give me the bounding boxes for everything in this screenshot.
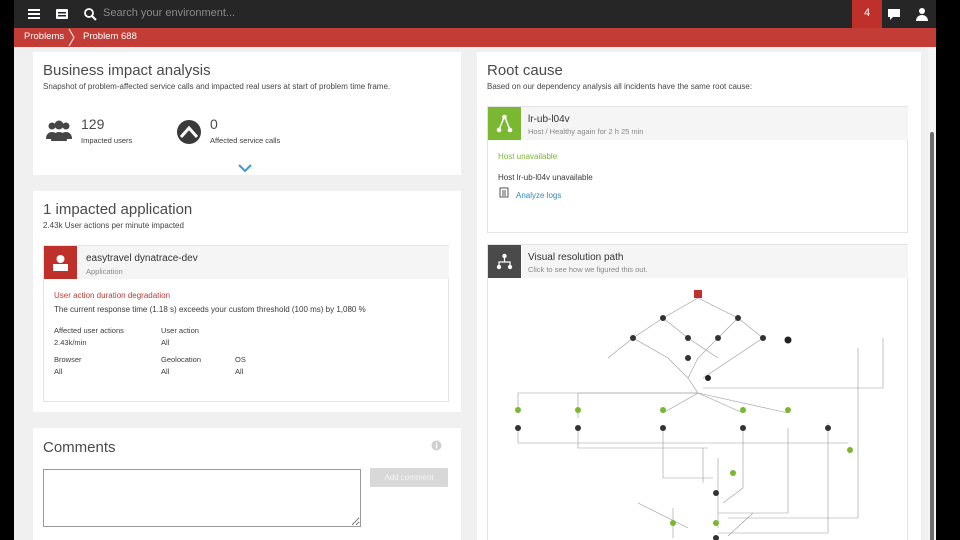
expand-chevron-icon[interactable] [238,164,252,173]
alert-description: The current response time (1.18 s) excee… [54,305,366,314]
application-icon-tile [44,246,77,279]
field-value-user-action: All [161,338,170,347]
field-value-affected-actions: 2.43k/min [54,338,87,347]
add-comment-button[interactable]: Add comment [370,468,448,487]
impacted-users-label: Impacted users [81,136,133,145]
field-label-geolocation: Geolocation [161,355,202,364]
root-cause-title: Root cause [487,62,563,79]
affected-calls-count: 0 [210,116,218,132]
resolution-icon-tile [488,245,521,278]
graph-node[interactable] [760,335,766,341]
field-label-affected-actions: Affected user actions [54,326,124,335]
resolution-subtitle: Click to see how we figured this out. [528,265,648,274]
comment-textarea[interactable] [43,469,361,527]
comments-title: Comments [43,439,116,456]
impacted-users-count: 129 [81,116,105,132]
graph-node[interactable] [660,407,666,413]
root-cause-host-panel[interactable]: lr-ub-l04v Host / Healthy again for 2 h … [487,106,908,233]
field-label-browser: Browser [54,355,82,364]
host-event-title[interactable]: Host unavailable [498,152,557,161]
field-value-geolocation: All [161,367,170,376]
field-label-user-action: User action [161,326,199,335]
graph-node[interactable] [784,336,792,344]
breadcrumb-problems[interactable]: Problems [24,31,64,42]
graph-node[interactable] [515,407,521,413]
analyze-logs-link[interactable]: Analyze logs [516,191,561,200]
graph-node[interactable] [685,355,691,361]
info-icon[interactable] [431,440,442,451]
application-name[interactable]: easytravel dynatrace-dev [86,253,198,264]
app-frame: Search your environment... 4 Problems Pr… [14,0,936,540]
host-event-text: Host lr-ub-l04v unavailable [498,173,593,182]
host-icon [496,114,513,133]
graph-node[interactable] [740,407,746,413]
app-user-icon [53,255,68,271]
graph-node[interactable] [575,407,581,413]
comments-card: Comments Add comment [33,428,461,540]
graph-node[interactable] [825,425,831,431]
top-bar: Search your environment... 4 [14,0,936,28]
breadcrumb-current[interactable]: Problem 688 [83,31,137,42]
resolution-graph[interactable] [488,278,907,540]
host-name[interactable]: lr-ub-l04v [528,114,570,125]
resolution-title[interactable]: Visual resolution path [528,252,623,263]
field-label-os: OS [235,355,246,364]
graph-edges [517,297,884,538]
path-tree-icon [496,253,513,270]
impacted-application-title: 1 impacted application [43,201,193,218]
logs-icon [499,187,509,198]
chevron-right-icon [68,28,75,47]
graph-node[interactable] [685,335,691,341]
graph-node[interactable] [660,425,666,431]
graph-node[interactable] [670,520,676,526]
root-cause-card: Root cause Based on our dependency analy… [477,52,921,239]
graph-node[interactable] [785,407,791,413]
resolution-path-card: Visual resolution path Click to see how … [477,239,921,540]
graph-node[interactable] [713,520,719,526]
application-panel[interactable]: easytravel dynatrace-dev Application Use… [43,245,449,402]
host-icon-tile [488,107,521,140]
graph-nodes [515,290,853,540]
root-cause-subtitle: Based on our dependency analysis all inc… [487,82,753,91]
service-calls-icon [177,120,201,144]
breadcrumb: Problems Problem 688 [14,28,936,47]
graph-node[interactable] [660,315,666,321]
root-node[interactable] [694,290,702,298]
host-status: Host / Healthy again for 2 h 25 min [528,127,644,136]
application-type: Application [86,267,123,276]
alert-title[interactable]: User action duration degradation [54,291,170,300]
affected-calls-label: Affected service calls [210,136,281,145]
graph-node[interactable] [705,375,711,381]
field-value-browser: All [54,367,63,376]
business-impact-title: Business impact analysis [43,62,211,79]
menu-icon[interactable] [26,6,42,22]
impacted-application-card: 1 impacted application 2.43k User action… [33,191,461,412]
impacted-application-subtitle: 2.43k User actions per minute impacted [43,221,184,230]
business-impact-subtitle: Snapshot of problem-affected service cal… [43,82,391,91]
graph-node[interactable] [630,335,636,341]
graph-node[interactable] [715,335,721,341]
resolution-path-panel[interactable]: Visual resolution path Click to see how … [487,244,908,540]
graph-node[interactable] [713,490,719,496]
notification-badge[interactable]: 4 [852,0,882,28]
chat-icon[interactable] [886,6,902,22]
field-value-os: All [235,367,244,376]
users-group-icon [46,120,72,141]
graph-node[interactable] [515,425,521,431]
page-scrollbar[interactable] [928,47,936,540]
scrollbar-thumb[interactable] [930,132,934,540]
user-icon[interactable] [914,6,930,22]
graph-node[interactable] [575,425,581,431]
graph-node[interactable] [713,535,719,540]
graph-node[interactable] [847,447,853,453]
graph-node[interactable] [740,425,746,431]
graph-node[interactable] [735,315,741,321]
graph-node[interactable] [730,470,736,476]
business-impact-card: Business impact analysis Snapshot of pro… [33,52,461,175]
search-icon[interactable] [82,6,98,22]
dashboard-icon[interactable] [54,6,70,22]
search-input[interactable]: Search your environment... [103,7,235,19]
